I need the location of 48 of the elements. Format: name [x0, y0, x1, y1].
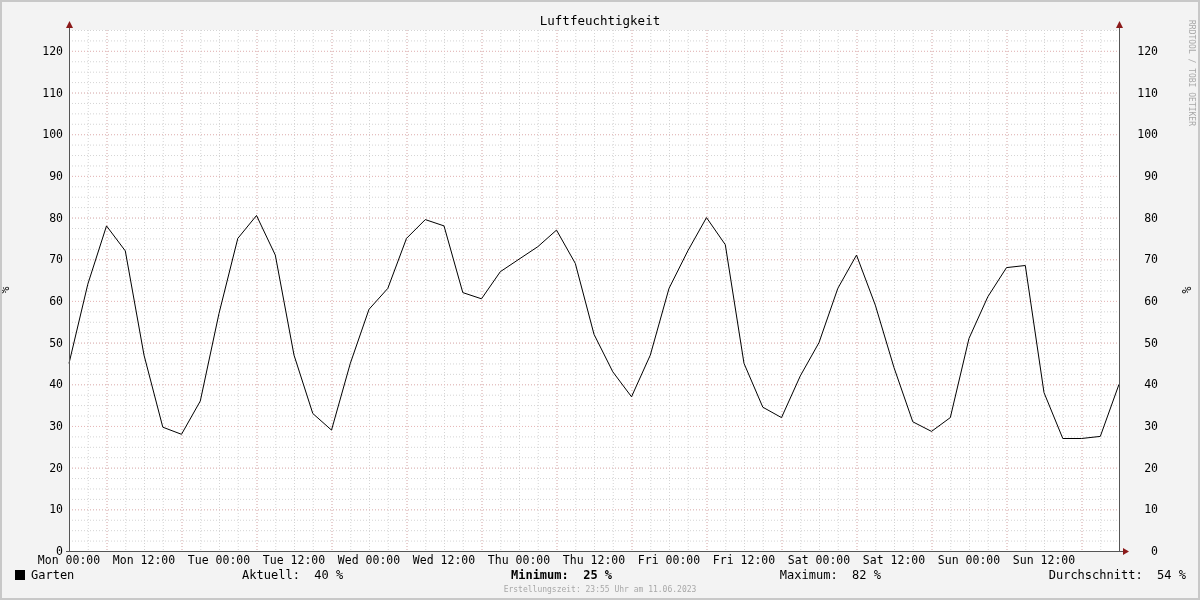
- y-tick-label: 30: [1144, 418, 1158, 433]
- legend-stat: Minimum: 25 %: [510, 568, 613, 582]
- x-tick-label: Wed 12:00: [412, 553, 476, 566]
- legend-stat: Durchschnitt: 54 %: [1048, 568, 1186, 582]
- y-tick-label: 90: [1144, 168, 1158, 183]
- x-tick-label: Wed 00:00: [337, 553, 401, 566]
- y-axis-label: %: [1180, 286, 1194, 294]
- y-tick-label: 30: [49, 418, 63, 433]
- y-tick-label: 120: [1137, 43, 1158, 58]
- y-tick-label: 80: [1144, 210, 1158, 225]
- y-tick-label: 80: [49, 210, 63, 225]
- y-tick-label: 70: [49, 252, 63, 267]
- y-tick-label: 100: [42, 127, 63, 142]
- x-tick-label: Thu 12:00: [562, 553, 626, 566]
- y-tick-label: 50: [49, 335, 63, 350]
- y-tick-label: 0: [1151, 544, 1158, 558]
- legend-stat: Maximum: 82 %: [779, 568, 881, 582]
- x-tick-label: Sun 00:00: [937, 553, 1001, 566]
- y-tick-label: 60: [1144, 293, 1158, 308]
- x-tick-label: Sat 00:00: [787, 553, 851, 566]
- y-tick-label: 100: [1137, 127, 1158, 142]
- y-tick-label: 10: [1144, 502, 1158, 517]
- y-tick-label: 110: [42, 85, 63, 100]
- y-tick-label: 60: [49, 293, 63, 308]
- x-tick-label: Tue 00:00: [187, 553, 251, 566]
- x-tick-label: Fri 00:00: [637, 553, 701, 566]
- x-tick-label: Tue 12:00: [262, 553, 326, 566]
- x-tick-label: Sun 12:00: [1012, 553, 1076, 566]
- y-tick-label: 40: [1144, 377, 1158, 392]
- chart-title: Luftfeuchtigkeit: [539, 13, 661, 28]
- creation-time: Erstellungszeit: 23:55 Uhr am 11.06.2023: [502, 584, 698, 596]
- y-tick-label: 90: [49, 168, 63, 183]
- y-tick-label: 50: [1144, 335, 1158, 350]
- y-tick-label: 120: [42, 43, 63, 58]
- y-tick-label: 70: [1144, 252, 1158, 267]
- y-tick-label: 20: [1144, 460, 1158, 475]
- x-tick-label: Fri 12:00: [712, 553, 776, 566]
- legend-label: Garten: [31, 568, 75, 582]
- y-tick-label: 20: [49, 460, 63, 475]
- legend-stat: Aktuell: 40 %: [242, 568, 344, 582]
- y-tick-label: 40: [49, 377, 63, 392]
- y-tick-label: 10: [49, 502, 63, 517]
- x-tick-label: Mon 12:00: [112, 553, 176, 566]
- credit-text: RRDTOOL / TOBI OETIKER: [1187, 20, 1196, 126]
- x-tick-label: Thu 00:00: [487, 553, 551, 566]
- x-tick-label: Sat 12:00: [862, 553, 926, 566]
- y-tick-label: 110: [1137, 85, 1158, 100]
- y-tick-label: 0: [56, 544, 63, 558]
